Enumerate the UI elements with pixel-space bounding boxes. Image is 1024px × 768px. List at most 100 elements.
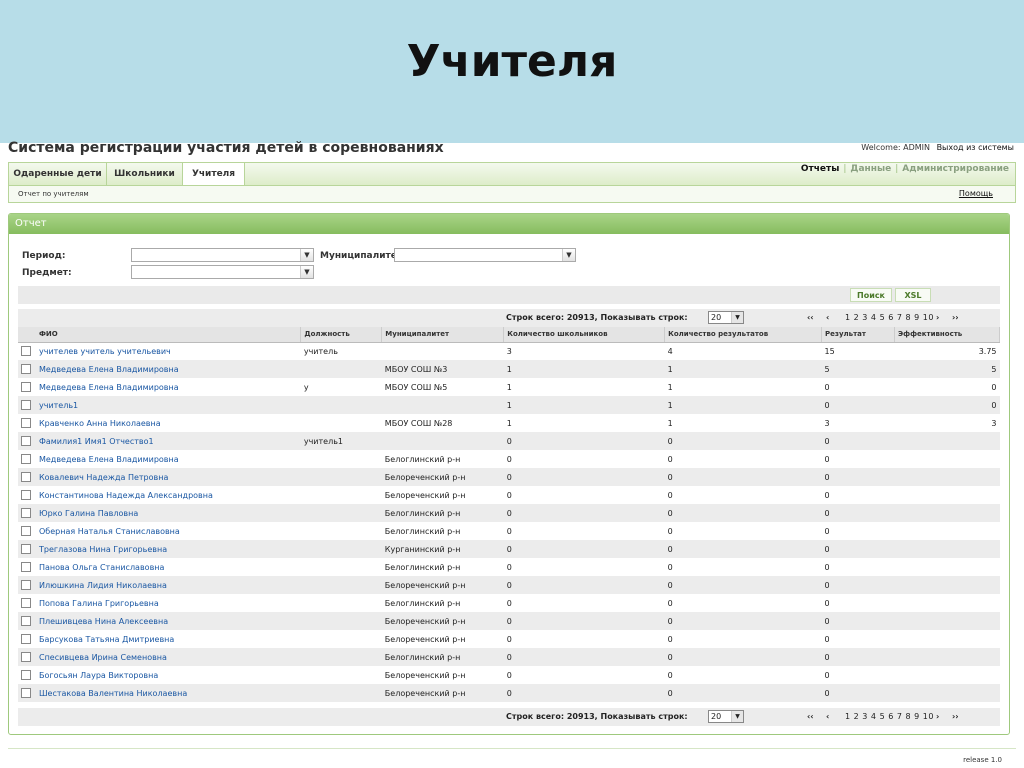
efficiency-cell — [894, 540, 1000, 558]
search-button[interactable]: Поиск — [850, 288, 892, 302]
page-link[interactable]: 10 — [923, 313, 934, 322]
municipality-select[interactable]: ▼ — [394, 248, 576, 262]
page-link[interactable]: 5 — [880, 712, 886, 721]
last-page-button[interactable]: ›› — [952, 309, 959, 327]
column-header-fio[interactable]: ФИО — [35, 327, 302, 343]
page-link[interactable]: 6 — [888, 313, 894, 322]
page-link[interactable]: 9 — [914, 712, 920, 721]
row-checkbox[interactable] — [21, 364, 31, 374]
page-link[interactable]: 5 — [880, 313, 886, 322]
row-checkbox[interactable] — [21, 562, 31, 572]
teacher-name-link[interactable]: Медведева Елена Владимировна — [35, 360, 301, 378]
result-cell: 15 — [824, 346, 835, 356]
tab-gifted-children[interactable]: Одаренные дети — [9, 163, 107, 186]
menu-admin[interactable]: Администрирование — [900, 164, 1011, 174]
teacher-name-link[interactable]: Медведева Елена Владимировна — [36, 378, 301, 396]
column-header-results-count[interactable]: Количество результатов — [664, 327, 823, 343]
row-checkbox[interactable] — [21, 382, 31, 392]
row-checkbox[interactable] — [21, 616, 31, 626]
last-page-button[interactable]: ›› — [952, 708, 959, 726]
slide-header: Учителя — [0, 0, 1024, 143]
teacher-name-link[interactable]: Медведева Елена Владимировна — [36, 450, 301, 468]
next-page-button[interactable]: › — [936, 708, 939, 726]
column-header-result[interactable]: Результат — [821, 327, 895, 343]
page-link[interactable]: 4 — [871, 712, 877, 721]
teacher-name-link[interactable]: Юрко Галина Павловна — [35, 504, 301, 522]
page-link[interactable]: 8 — [905, 712, 911, 721]
row-checkbox[interactable] — [21, 436, 31, 446]
page-link[interactable]: 9 — [914, 313, 920, 322]
teacher-name-link[interactable]: Фамилия1 Имя1 Отчество1 — [35, 432, 301, 450]
help-link[interactable]: Помощь — [959, 186, 993, 202]
page-link[interactable]: 1 — [845, 712, 851, 721]
teacher-name-link[interactable]: Барсукова Татьяна Дмитриевна — [36, 630, 301, 648]
page-link[interactable]: 8 — [905, 313, 911, 322]
teacher-name-link[interactable]: учителев учитель учительевич — [36, 342, 301, 360]
row-checkbox[interactable] — [21, 400, 31, 410]
teacher-name-link[interactable]: Панова Ольга Станиславовна — [36, 558, 301, 576]
column-header-efficiency[interactable]: Эффективность — [894, 327, 1000, 343]
page-link[interactable]: 10 — [923, 712, 934, 721]
row-checkbox[interactable] — [21, 580, 31, 590]
municipality-cell: Белореченский р-н — [381, 468, 504, 486]
teacher-name-link[interactable]: Плешивцева Нина Алексеевна — [35, 612, 301, 630]
row-checkbox[interactable] — [21, 490, 31, 500]
next-page-button[interactable]: › — [936, 309, 939, 327]
menu-reports[interactable]: Отчеты — [799, 164, 842, 174]
tab-teachers[interactable]: Учителя — [183, 163, 245, 187]
teacher-name-link[interactable]: Оберная Наталья Станиславовна — [36, 522, 301, 540]
page-link[interactable]: 7 — [897, 313, 903, 322]
teacher-name-link[interactable]: Кравченко Анна Николаевна — [36, 414, 301, 432]
page-link[interactable]: 4 — [871, 313, 877, 322]
teacher-name-link[interactable]: Константинова Надежда Александровна — [36, 486, 301, 504]
page-link[interactable]: 3 — [862, 712, 868, 721]
results-count-cell: 0 — [664, 432, 822, 450]
teacher-name-link[interactable]: Спесивцева Ирина Семеновна — [35, 648, 301, 666]
row-checkbox[interactable] — [21, 688, 31, 698]
row-checkbox[interactable] — [21, 544, 31, 554]
breadcrumb[interactable]: Отчет по учителям — [18, 186, 89, 202]
page-link[interactable]: 2 — [854, 712, 860, 721]
page-link[interactable]: 3 — [862, 313, 868, 322]
teacher-name-link[interactable]: Ковалевич Надежда Петровна — [35, 468, 301, 486]
column-header-municipality[interactable]: Муниципалитет — [381, 327, 505, 343]
xsl-export-button[interactable]: XSL — [895, 288, 931, 302]
prev-page-button[interactable]: ‹ — [826, 708, 829, 726]
row-checkbox[interactable] — [21, 472, 31, 482]
first-page-button[interactable]: ‹‹ — [807, 708, 814, 726]
table-row: Треглазова Нина Григорьевна Курганинский … — [18, 540, 1000, 558]
row-checkbox[interactable] — [21, 652, 31, 662]
result-cell: 0 — [821, 396, 895, 414]
page-link[interactable]: 2 — [854, 313, 860, 322]
page-size-select[interactable]: 20 ▼ — [708, 710, 744, 723]
row-checkbox[interactable] — [21, 598, 31, 608]
row-checkbox[interactable] — [21, 634, 31, 644]
page-link[interactable]: 1 — [845, 313, 851, 322]
teacher-name-link[interactable]: Богосьян Лаура Викторовна — [36, 666, 301, 684]
teacher-name-link[interactable]: учитель1 — [35, 396, 301, 414]
column-header-students-count[interactable]: Количество школьников — [503, 327, 666, 343]
column-header-position[interactable]: Должность — [300, 327, 383, 343]
row-checkbox[interactable] — [21, 346, 31, 357]
row-checkbox[interactable] — [21, 670, 31, 680]
teacher-name-link[interactable]: Шестакова Валентина Николаевна — [35, 684, 301, 702]
row-checkbox[interactable] — [21, 418, 31, 428]
efficiency-cell: 5 — [894, 360, 1000, 378]
prev-page-button[interactable]: ‹ — [826, 309, 829, 327]
efficiency-cell — [894, 432, 1000, 450]
row-checkbox[interactable] — [21, 454, 31, 464]
teacher-name-link[interactable]: Илюшкина Лидия Николаевна — [35, 576, 301, 594]
page-size-select[interactable]: 20 ▼ — [708, 311, 744, 324]
teacher-name-link[interactable]: Попова Галина Григорьевна — [36, 594, 301, 612]
logout-link[interactable]: Выход из системы — [937, 143, 1014, 152]
teacher-name-link[interactable]: Треглазова Нина Григорьевна — [35, 540, 301, 558]
row-checkbox[interactable] — [21, 526, 31, 536]
page-link[interactable]: 6 — [888, 712, 894, 721]
page-link[interactable]: 7 — [897, 712, 903, 721]
subject-select[interactable]: ▼ — [131, 265, 314, 279]
tab-schoolchildren[interactable]: Школьники — [107, 163, 183, 186]
menu-data[interactable]: Данные — [848, 164, 893, 174]
period-select[interactable]: ▼ — [131, 248, 314, 262]
row-checkbox[interactable] — [21, 508, 31, 518]
first-page-button[interactable]: ‹‹ — [807, 309, 814, 327]
